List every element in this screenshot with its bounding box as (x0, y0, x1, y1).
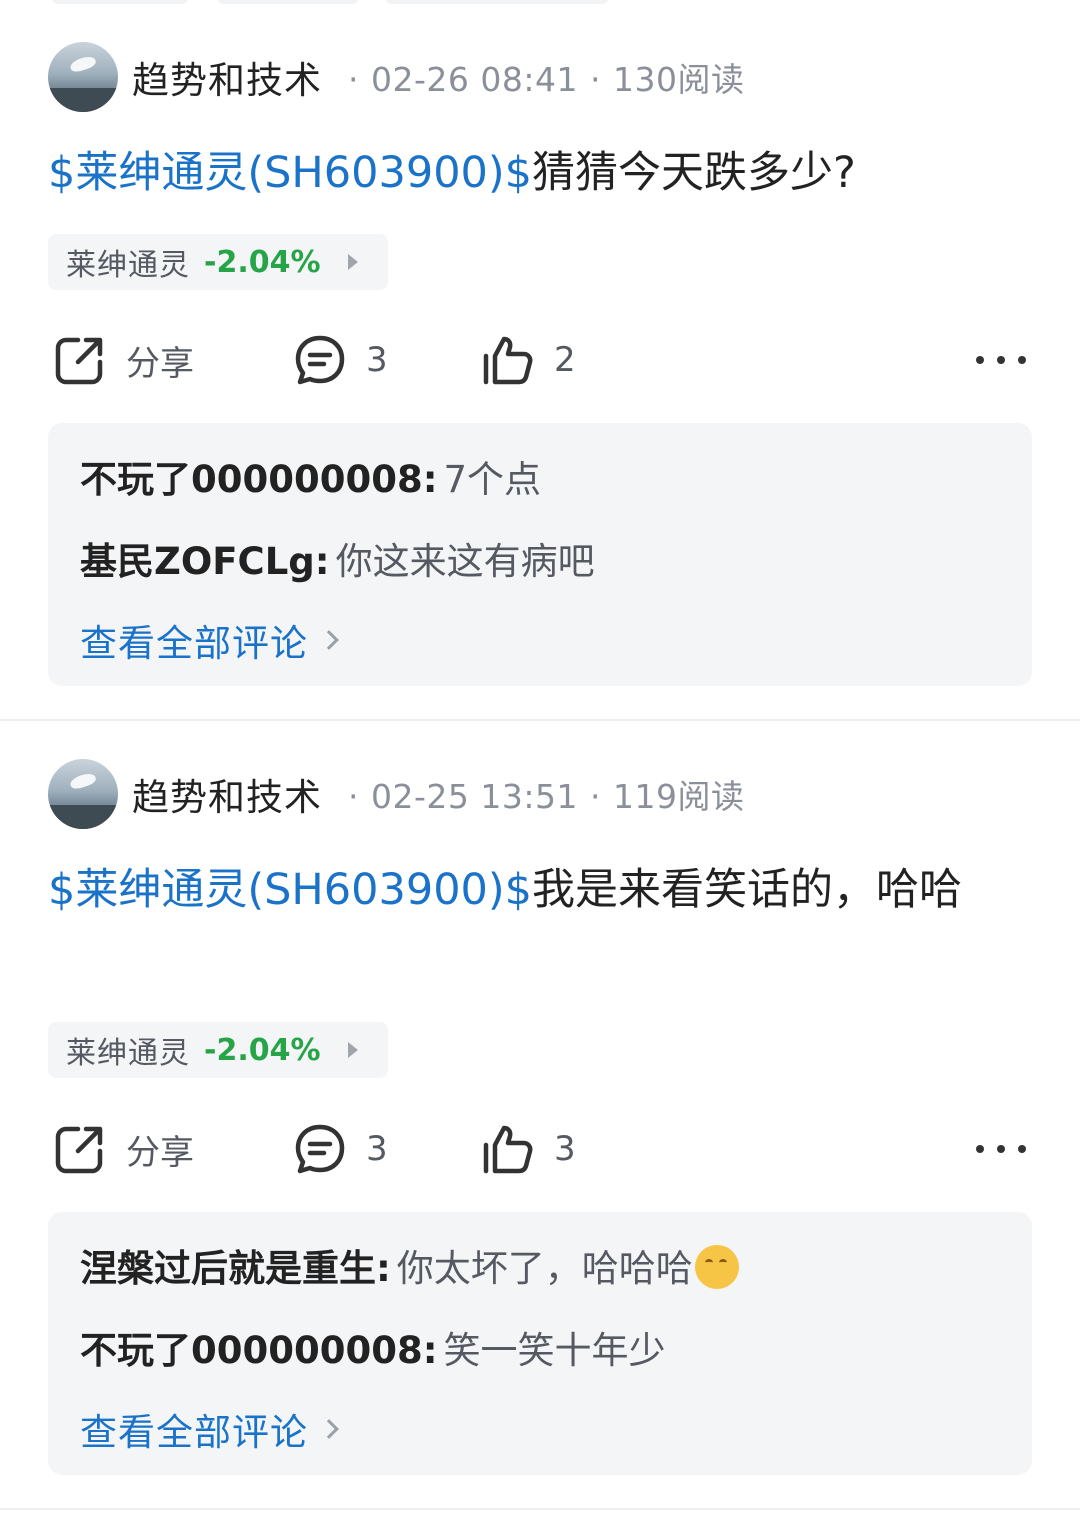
more-options-icon[interactable] (976, 347, 1026, 373)
view-all-label: 查看全部评论 (80, 1411, 308, 1454)
comment-item[interactable]: 不玩了000000008: 7个点 (80, 449, 541, 503)
comment-icon (295, 1124, 345, 1174)
play-arrow-icon (348, 254, 358, 270)
view-all-label: 查看全部评论 (80, 622, 308, 665)
action-bar: 分享 3 2 (0, 325, 1080, 395)
read-count: 119阅读 (612, 777, 745, 816)
like-count: 2 (554, 340, 576, 380)
comment-item[interactable]: 不玩了000000008: 笑一笑十年少 (80, 1320, 666, 1374)
comment-icon (295, 335, 345, 385)
share-button[interactable]: 分享 (52, 1114, 194, 1184)
comment-user[interactable]: 不玩了000000008 (80, 458, 423, 501)
post-header: 趋势和技术 · 02-26 08:41 · 130阅读 (48, 42, 744, 112)
comment-text: 你太坏了，哈哈哈 (396, 1247, 693, 1290)
chevron-right-icon (319, 1419, 339, 1439)
stock-change: -2.04% (204, 1032, 321, 1068)
like-count: 3 (554, 1129, 576, 1169)
comment-text: 笑一笑十年少 (443, 1329, 666, 1372)
share-label: 分享 (126, 1132, 194, 1173)
author-name[interactable]: 趋势和技术 (132, 50, 322, 104)
avatar[interactable] (48, 42, 118, 112)
post-text: 猜猜今天跌多少? (532, 148, 856, 198)
comment-user[interactable]: 不玩了000000008 (80, 1329, 423, 1372)
stock-tag[interactable]: 莱绅通灵 -2.04% (48, 234, 388, 290)
comment-text: 你这来这有病吧 (335, 540, 595, 583)
read-count: 130阅读 (612, 60, 745, 99)
smirking-face-emoji-icon (694, 1245, 739, 1289)
previous-item-tabs (0, 0, 1080, 6)
like-button[interactable]: 3 (480, 1114, 576, 1184)
like-button[interactable]: 2 (480, 325, 576, 395)
divider (0, 719, 1080, 721)
author-name[interactable]: 趋势和技术 (132, 767, 322, 821)
chevron-right-icon (319, 630, 339, 650)
comment-button[interactable]: 3 (292, 325, 388, 395)
divider (0, 1508, 1080, 1510)
thumbs-up-icon (483, 336, 533, 385)
stock-change: -2.04% (204, 244, 321, 280)
play-arrow-icon (348, 1042, 358, 1058)
post-meta: · 02-26 08:41 · 130阅读 (348, 60, 745, 99)
stock-link[interactable]: $莱绅通灵(SH603900)$ (48, 148, 532, 198)
comment-item[interactable]: 基民ZOFCLg: 你这来这有病吧 (80, 531, 595, 585)
share-icon (55, 337, 103, 385)
avatar[interactable] (48, 759, 118, 829)
comment-preview: 不玩了000000008: 7个点 基民ZOFCLg: 你这来这有病吧 查看全部评论 (48, 423, 1032, 686)
stock-name: 莱绅通灵 (66, 1036, 190, 1071)
stock-link[interactable]: $莱绅通灵(SH603900)$ (48, 865, 532, 915)
post-header: 趋势和技术 · 02-25 13:51 · 119阅读 (48, 759, 744, 829)
comment-preview: 涅槃过后就是重生: 你太坏了，哈哈哈 不玩了000000008: 笑一笑十年少 查看… (48, 1212, 1032, 1475)
post-date: 02-26 08:41 (371, 60, 578, 99)
comment-text: 7个点 (443, 458, 542, 501)
comment-user[interactable]: 涅槃过后就是重生 (80, 1247, 376, 1290)
post-date: 02-25 13:51 (371, 777, 578, 816)
comment-count: 3 (366, 1129, 388, 1169)
post-text: 我是来看笑话的，哈哈 (532, 865, 963, 915)
view-all-comments-link[interactable]: 查看全部评论 (80, 613, 339, 667)
post-body[interactable]: $莱绅通灵(SH603900)$猜猜今天跌多少? (48, 138, 1008, 208)
comment-count: 3 (366, 340, 388, 380)
more-options-icon[interactable] (976, 1136, 1026, 1162)
comment-user[interactable]: 基民ZOFCLg (80, 540, 315, 583)
thumbs-up-icon (483, 1125, 533, 1174)
comment-button[interactable]: 3 (292, 1114, 388, 1184)
action-bar: 分享 3 3 (0, 1114, 1080, 1184)
stock-name: 莱绅通灵 (66, 248, 190, 283)
comment-item[interactable]: 涅槃过后就是重生: 你太坏了，哈哈哈 (80, 1238, 739, 1292)
share-button[interactable]: 分享 (52, 325, 194, 395)
stock-tag[interactable]: 莱绅通灵 -2.04% (48, 1022, 388, 1078)
share-icon (55, 1126, 103, 1174)
post-meta: · 02-25 13:51 · 119阅读 (348, 777, 745, 816)
view-all-comments-link[interactable]: 查看全部评论 (80, 1402, 339, 1456)
share-label: 分享 (126, 343, 194, 384)
post-body[interactable]: $莱绅通灵(SH603900)$我是来看笑话的，哈哈 (48, 855, 1008, 925)
